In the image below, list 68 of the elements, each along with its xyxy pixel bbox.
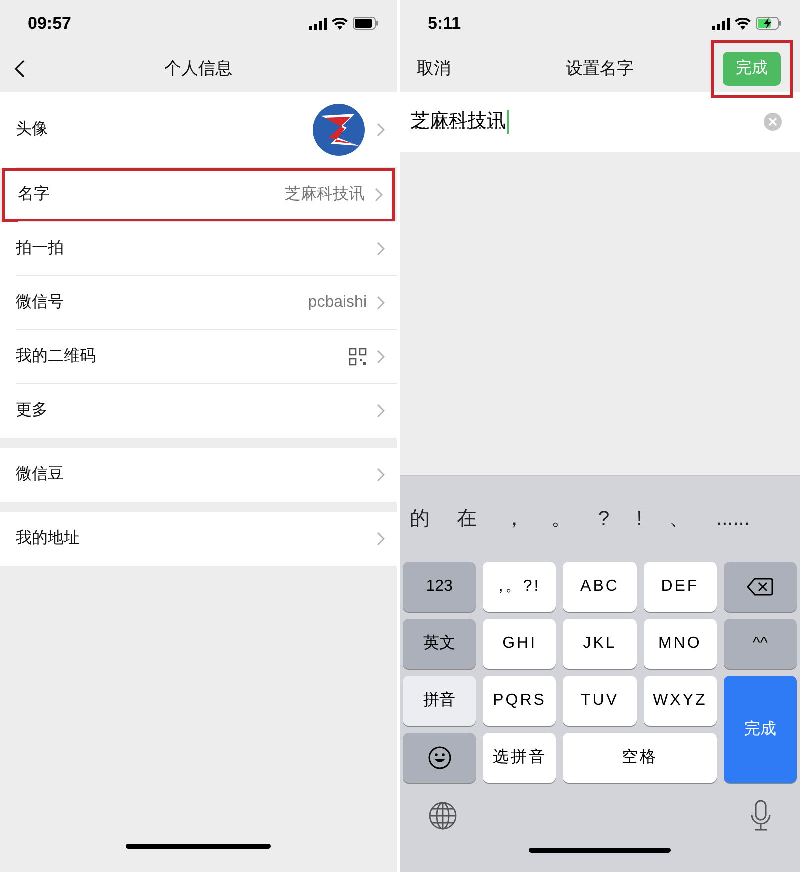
settings-row[interactable]: 我的二维码 (0, 330, 397, 384)
chevron-right-icon (375, 188, 383, 202)
keyboard-key[interactable]: JKL (563, 619, 637, 669)
keyboard-key[interactable]: 英文 (403, 619, 476, 669)
emoji-key[interactable] (403, 733, 476, 783)
cancel-button[interactable]: 取消 (417, 56, 451, 82)
keyboard-key[interactable]: ^^ (724, 619, 797, 669)
qr-code-icon (349, 348, 367, 366)
candidate-word[interactable]: ...... (716, 504, 750, 534)
keyboard-key[interactable]: DEF (644, 562, 717, 612)
microphone-icon[interactable] (750, 800, 772, 832)
backspace-icon (747, 578, 774, 596)
row-label: 更多 (16, 401, 49, 421)
row-value: pcbaishi (308, 293, 367, 313)
candidate-word[interactable]: ? (598, 504, 610, 534)
chevron-right-icon (377, 468, 385, 482)
chevron-right-icon (377, 404, 385, 418)
page-title: 设置名字 (566, 58, 634, 80)
keyboard-key[interactable]: GHI (483, 619, 556, 669)
signal-icon (712, 18, 730, 30)
chevron-right-icon (377, 123, 385, 137)
chevron-right-icon (377, 242, 385, 256)
globe-icon[interactable] (428, 800, 458, 830)
keyboard-key[interactable]: PQRS (483, 676, 556, 726)
done-key[interactable]: 完成 (724, 676, 797, 783)
keyboard-key[interactable]: TUV (563, 676, 637, 726)
space-key[interactable]: 空格 (563, 733, 717, 783)
keyboard-key[interactable]: MNO (644, 619, 717, 669)
candidate-word[interactable]: 的 (410, 504, 430, 534)
keyboard-key[interactable]: ,。?! (483, 562, 556, 612)
smiley-icon (428, 746, 452, 770)
chevron-right-icon (377, 296, 385, 310)
status-time: 5:11 (428, 12, 462, 35)
row-label: 我的二维码 (16, 346, 97, 367)
wifi-icon (735, 18, 751, 30)
keyboard-key[interactable]: 123 (403, 562, 476, 612)
settings-row[interactable]: 拍一拍 (0, 222, 397, 276)
settings-row[interactable]: 微信号 pcbaishi (0, 276, 397, 330)
row-label: 名字 (18, 184, 51, 205)
status-time: 09:57 (28, 12, 72, 35)
keyboard-key[interactable]: 拼音 (403, 676, 476, 726)
row-label: 微信豆 (16, 465, 65, 485)
avatar-logo (311, 102, 367, 158)
signal-icon (309, 18, 327, 30)
settings-row[interactable]: 名字 芝麻科技讯 (2, 168, 395, 222)
candidate-word[interactable]: 在 (457, 504, 478, 534)
settings-row[interactable]: 微信豆 (0, 448, 397, 502)
candidate-word[interactable]: 、 (669, 504, 690, 534)
settings-row[interactable]: 我的地址 (0, 512, 397, 566)
row-label: 我的地址 (16, 528, 81, 549)
keyboard-key[interactable]: ABC (563, 562, 637, 612)
candidate-word[interactable]: ! (636, 504, 642, 534)
settings-row[interactable]: 更多 (0, 384, 397, 438)
page-title: 个人信息 (164, 58, 232, 80)
candidate-word[interactable]: ， (504, 504, 524, 534)
row-label: 头像 (16, 120, 49, 140)
row-value: 芝麻科技讯 (285, 184, 365, 205)
row-label: 拍一拍 (16, 239, 65, 259)
chevron-right-icon (377, 532, 385, 546)
delete-key[interactable] (724, 562, 797, 612)
settings-row[interactable]: 头像 (0, 92, 397, 168)
keyboard-key[interactable]: WXYZ (644, 676, 717, 726)
keyboard-key[interactable]: 选拼音 (483, 733, 556, 783)
candidate-word[interactable]: 。 (551, 504, 572, 534)
wifi-icon (332, 18, 348, 30)
chevron-right-icon (377, 350, 385, 364)
row-label: 微信号 (16, 293, 65, 313)
back-icon[interactable] (14, 58, 26, 78)
